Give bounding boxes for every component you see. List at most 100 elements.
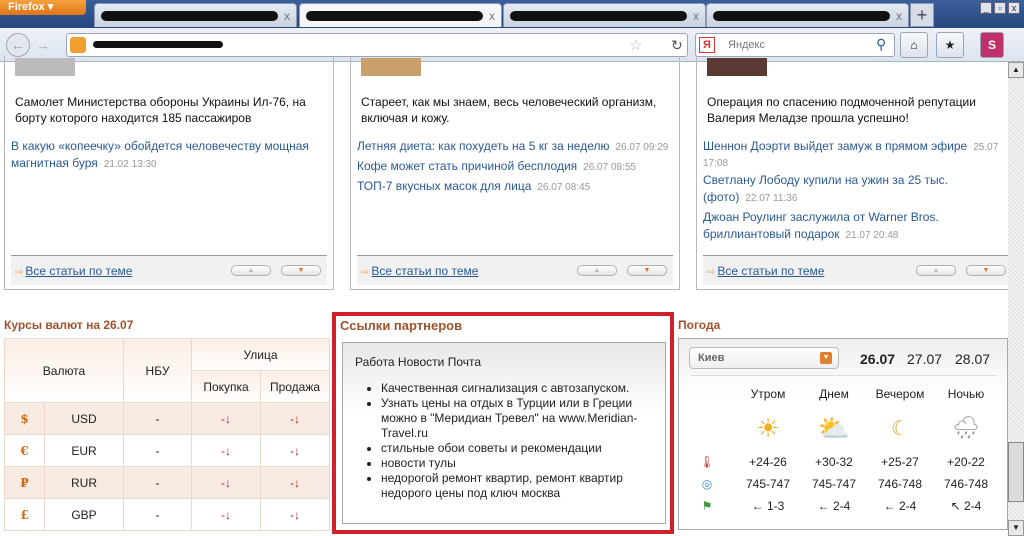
scrollbar-thumb[interactable] <box>1008 442 1024 502</box>
bookmark-star-icon[interactable]: ☆ <box>629 36 642 54</box>
search-input[interactable]: Я Яндекс ⚲ <box>695 33 895 57</box>
close-window-icon[interactable]: x <box>1008 2 1020 14</box>
firefox-menu-button[interactable]: Firefox ▾ <box>0 0 86 15</box>
currency-title: Курсы валют на 26.07 <box>4 318 134 332</box>
nbu-value: - <box>123 434 192 467</box>
rain-cloud-icon: 🌧 <box>952 415 980 440</box>
tab-close-icon[interactable]: x <box>693 9 699 23</box>
buy-value: -↓ <box>191 466 261 499</box>
news-link[interactable]: Светлану Лободу купили на ужин за 25 тыс… <box>703 173 948 204</box>
moon-icon: ☾ <box>891 417 909 440</box>
forward-icon[interactable]: → <box>36 37 50 53</box>
period-label: Утром <box>750 387 786 401</box>
news-image[interactable] <box>361 58 421 76</box>
news-link[interactable]: ТОП-7 вкусных масок для лица <box>357 179 531 193</box>
tab-close-icon[interactable]: x <box>896 9 902 23</box>
partner-list: Качественная сигнализация с автозапуском… <box>381 381 661 501</box>
news-link[interactable]: Шеннон Доэрти выйдет замуж в прямом эфир… <box>703 139 967 153</box>
pressure: 745-747 <box>811 477 857 491</box>
buy-value: -↓ <box>191 402 261 435</box>
tab-close-icon[interactable]: x <box>489 9 495 23</box>
redacted-url <box>93 41 223 48</box>
yandex-icon[interactable]: Я <box>699 37 715 53</box>
news-link[interactable]: Летняя диета: как похудеть на 5 кг за не… <box>357 139 610 153</box>
back-icon[interactable]: ← <box>6 33 30 57</box>
next-arrow-icon[interactable]: ▼ <box>627 265 667 276</box>
scroll-down-icon[interactable]: ▼ <box>1008 520 1024 536</box>
news-image[interactable] <box>15 58 75 76</box>
all-articles-link[interactable]: Все статьи по теме <box>15 264 132 278</box>
tab-bar: Firefox ▾ x x x x + _ ▫ x <box>0 0 1024 28</box>
news-date: 21.02 13:30 <box>103 159 157 170</box>
news-link[interactable]: В какую «копеечку» обойдется человечеств… <box>11 139 309 170</box>
all-articles-link[interactable]: Все статьи по теме <box>707 264 824 278</box>
buy-value: -↓ <box>191 498 261 531</box>
news-link[interactable]: Кофе может стать причиной бесплодия <box>357 159 577 173</box>
prev-arrow-icon[interactable]: ▲ <box>231 265 271 276</box>
news-footer: Все статьи по теме ▲ ▼ <box>703 255 1008 285</box>
prev-arrow-icon[interactable]: ▲ <box>916 265 956 276</box>
search-icon[interactable]: ⚲ <box>876 36 886 53</box>
wind-flag-icon: ⚑ <box>701 499 713 513</box>
redacted-title <box>306 10 483 21</box>
vertical-scrollbar[interactable]: ▲ ▼ <box>1008 62 1024 536</box>
news-lead[interactable]: Операция по спасению подмоченной репутац… <box>707 94 998 126</box>
chevron-down-icon: ▼ <box>820 352 832 364</box>
pressure: 745-747 <box>745 477 791 491</box>
browser-tab[interactable]: x <box>503 3 706 27</box>
nbu-value: - <box>123 498 192 531</box>
partner-link[interactable]: новости тулы <box>381 456 661 471</box>
city-select[interactable]: Киев ▼ <box>689 347 839 369</box>
barometer-icon: ◎ <box>701 477 713 491</box>
table-row: ₽ RUR - -↓ -↓ <box>4 466 330 499</box>
news-link[interactable]: Джоан Роулинг заслужила от Warner Bros. … <box>703 210 939 241</box>
euro-icon: € <box>4 434 45 467</box>
addon-s-button[interactable]: S <box>980 32 1004 58</box>
new-tab-button[interactable]: + <box>910 3 934 27</box>
browser-tab-active[interactable]: x <box>299 3 502 27</box>
currency-code: GBP <box>44 498 124 531</box>
all-articles-link[interactable]: Все статьи по теме <box>361 264 478 278</box>
maximize-icon[interactable]: ▫ <box>994 2 1006 14</box>
home-button[interactable]: ⌂ <box>900 32 928 58</box>
date-tab[interactable]: 27.07 <box>907 351 942 367</box>
search-placeholder: Яндекс <box>728 39 765 51</box>
thermometer-icon: 🌡 <box>699 455 715 469</box>
scroll-up-icon[interactable]: ▲ <box>1008 62 1024 78</box>
sell-value: -↓ <box>260 466 330 499</box>
date-tab[interactable]: 28.07 <box>955 351 990 367</box>
date-tab-active[interactable]: 26.07 <box>860 351 895 367</box>
partners-top-links[interactable]: Работа Новости Почта <box>355 355 481 369</box>
partner-link[interactable]: Качественная сигнализация с автозапуском… <box>381 381 661 396</box>
tab-close-icon[interactable]: x <box>284 9 290 23</box>
sun-icon: ☀ <box>756 412 780 443</box>
minimize-icon[interactable]: _ <box>980 2 992 14</box>
next-arrow-icon[interactable]: ▼ <box>966 265 1006 276</box>
news-footer: Все статьи по теме ▲ ▼ <box>357 255 673 285</box>
pressure: 746-748 <box>877 477 923 491</box>
news-lead[interactable]: Стареет, как мы знаем, весь человеческий… <box>361 94 669 126</box>
partner-link[interactable]: недорогой ремонт квартир, ремонт квартир… <box>381 471 661 501</box>
nbu-value: - <box>123 466 192 499</box>
url-input[interactable]: ☆ ↻ <box>66 33 688 57</box>
news-image[interactable] <box>707 58 767 76</box>
news-lead[interactable]: Самолет Министерства обороны Украины Ил-… <box>15 94 323 126</box>
bookmarks-button[interactable]: ★ <box>936 32 964 58</box>
news-box: Самолет Министерства обороны Украины Ил-… <box>4 56 334 290</box>
browser-tab[interactable]: x <box>706 3 909 27</box>
partner-link[interactable]: стильные обои советы и рекомендации <box>381 441 661 456</box>
partner-links-block: Ссылки партнеров Работа Новости Почта Ка… <box>332 312 674 534</box>
city-value: Киев <box>698 352 725 364</box>
reload-icon[interactable]: ↻ <box>671 37 683 54</box>
currency-table: Валюта НБУ Улица Покупка Продажа $ USD - -↓ -↓ … <box>4 338 330 531</box>
partner-link[interactable]: Узнать цены на отдых в Турции или в Грец… <box>381 396 661 441</box>
wind: ← 2-4 <box>883 499 917 513</box>
temperature: +25-27 <box>881 455 919 469</box>
prev-arrow-icon[interactable]: ▲ <box>577 265 617 276</box>
col-buy: Покупка <box>191 370 261 403</box>
partners-title: Ссылки партнеров <box>340 318 463 333</box>
next-arrow-icon[interactable]: ▼ <box>281 265 321 276</box>
browser-tab[interactable]: x <box>94 3 297 27</box>
buy-value: -↓ <box>191 434 261 467</box>
firefox-label: Firefox <box>8 1 45 13</box>
